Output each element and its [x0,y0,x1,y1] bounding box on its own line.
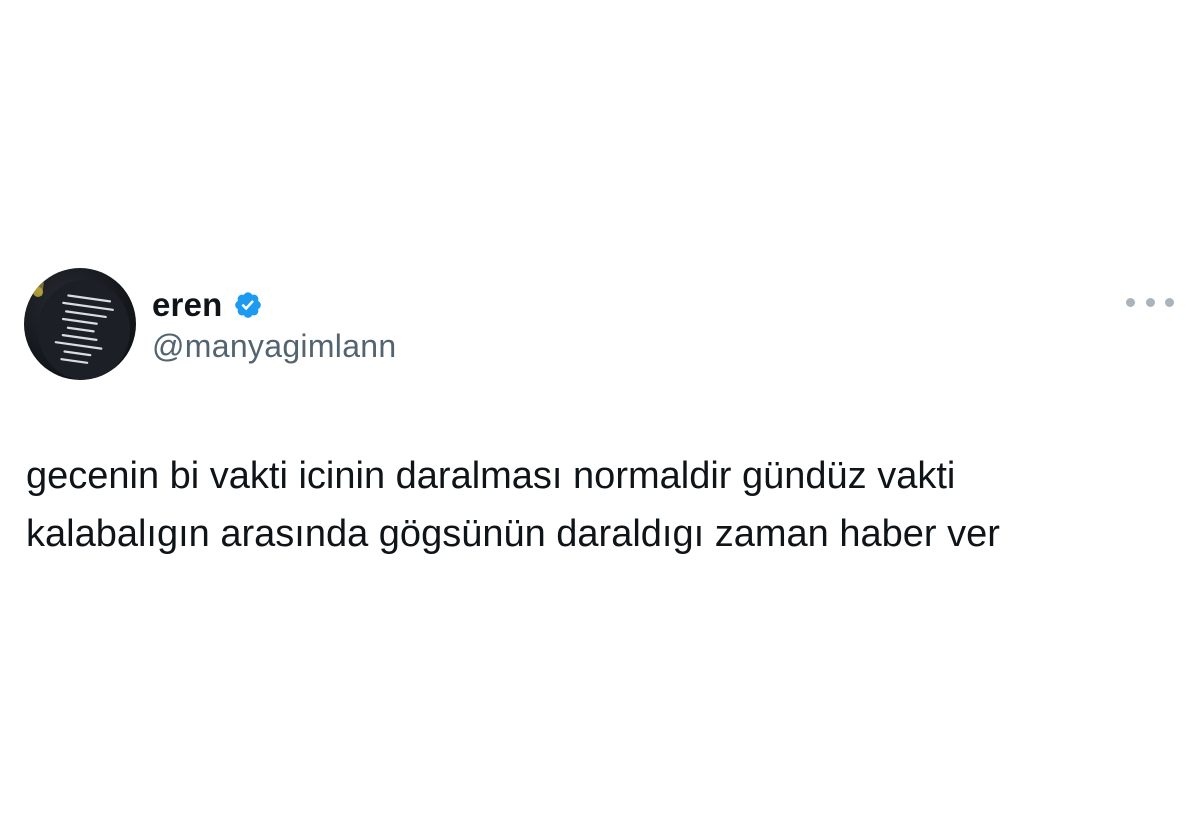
more-options-icon[interactable] [1126,290,1174,314]
verified-badge-icon [233,290,263,320]
tweet-text: gecenin bi vakti icinin daralması normal… [26,447,1146,563]
tweet-text-line: kalabalıgın arasında gögsünün daraldıgı … [26,513,1000,555]
more-dot [1145,297,1155,307]
avatar[interactable] [24,268,136,380]
more-dot [1126,297,1135,307]
more-dot [1165,297,1174,307]
author-name-row: eren [152,282,263,328]
tweet-text-line: gecenin bi vakti icinin daralması normal… [26,455,956,497]
tweet-card: eren @manyagimlann gecenin bi vakti icin… [0,0,1200,830]
author-handle[interactable]: @manyagimlann [152,328,397,365]
avatar-image [32,280,130,380]
display-name[interactable]: eren [152,286,223,324]
